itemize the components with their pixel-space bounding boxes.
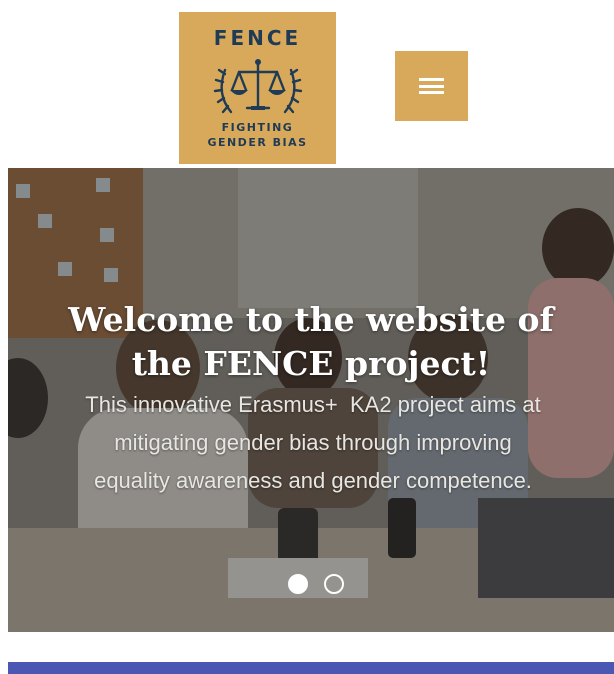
logo-tagline-line2: GENDER BIAS <box>207 136 308 149</box>
hero-slider: Welcome to the website of the FENCE proj… <box>8 168 614 632</box>
hero-subtitle-line1: This innovative Erasmus+ KA2 project aim… <box>85 392 541 417</box>
section-bar <box>8 662 614 674</box>
menu-toggle-button[interactable] <box>395 51 468 121</box>
content-area-top <box>8 632 614 662</box>
logo-tagline-line1: FIGHTING <box>221 121 294 134</box>
logo-title: FENCE <box>213 26 302 50</box>
hamburger-menu-icon <box>419 78 444 94</box>
hero-title: Welcome to the website of the FENCE proj… <box>18 298 604 386</box>
hero-title-line2: the FENCE project! <box>131 344 491 384</box>
slider-dot-1-active[interactable] <box>288 574 308 594</box>
hero-subtitle-line3: equality awareness and gender competence… <box>94 468 532 493</box>
site-header: FENCE FIGHTING GENDER BIAS <box>0 0 614 168</box>
logo-tagline: FIGHTING GENDER BIAS <box>179 120 336 150</box>
scales-of-justice-icon <box>213 59 303 114</box>
hero-title-line1: Welcome to the website of <box>68 300 554 340</box>
hero-subtitle: This innovative Erasmus+ KA2 project aim… <box>22 386 604 500</box>
slider-dot-2[interactable] <box>324 574 344 594</box>
site-logo[interactable]: FENCE FIGHTING GENDER BIAS <box>179 12 336 164</box>
hero-subtitle-line2: mitigating gender bias through improving <box>114 430 512 455</box>
